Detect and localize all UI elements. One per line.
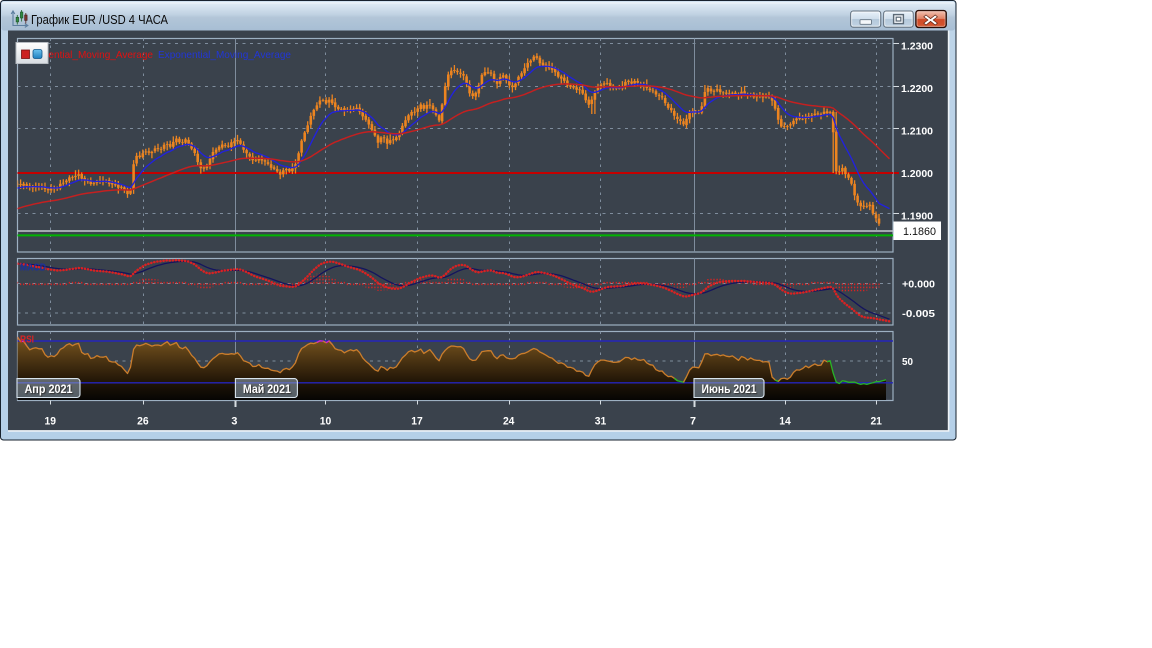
svg-text:31: 31 xyxy=(595,416,607,428)
svg-text:17: 17 xyxy=(411,416,423,428)
svg-text:26: 26 xyxy=(137,416,149,428)
svg-text:Exponential_Moving_Average: Exponential_Moving_Average xyxy=(158,49,291,61)
svg-text:21: 21 xyxy=(870,416,882,428)
svg-text:+0.000: +0.000 xyxy=(902,278,935,290)
svg-text:14: 14 xyxy=(779,416,791,428)
svg-text:3: 3 xyxy=(231,416,237,428)
svg-text:50: 50 xyxy=(902,356,913,368)
svg-text:График EUR /USD 4 ЧАСА: График EUR /USD 4 ЧАСА xyxy=(31,12,168,27)
svg-text:Май 2021: Май 2021 xyxy=(243,382,291,396)
svg-text:1.2000: 1.2000 xyxy=(901,168,933,180)
svg-text:1.2200: 1.2200 xyxy=(901,83,933,95)
svg-text:Июнь 2021: Июнь 2021 xyxy=(702,382,757,396)
svg-text:RSI: RSI xyxy=(20,335,34,346)
svg-text:MACD: MACD xyxy=(20,263,46,274)
svg-text:10: 10 xyxy=(320,416,332,428)
svg-text:-0.005: -0.005 xyxy=(902,308,935,320)
svg-text:1.1900: 1.1900 xyxy=(901,210,933,222)
svg-text:1.2300: 1.2300 xyxy=(901,40,933,52)
svg-text:24: 24 xyxy=(503,416,515,428)
svg-text:7: 7 xyxy=(690,416,696,428)
svg-text:Апр 2021: Апр 2021 xyxy=(25,382,73,396)
svg-text:19: 19 xyxy=(45,416,57,428)
svg-text:1.2100: 1.2100 xyxy=(901,125,933,137)
svg-text:1.1860: 1.1860 xyxy=(903,226,936,238)
